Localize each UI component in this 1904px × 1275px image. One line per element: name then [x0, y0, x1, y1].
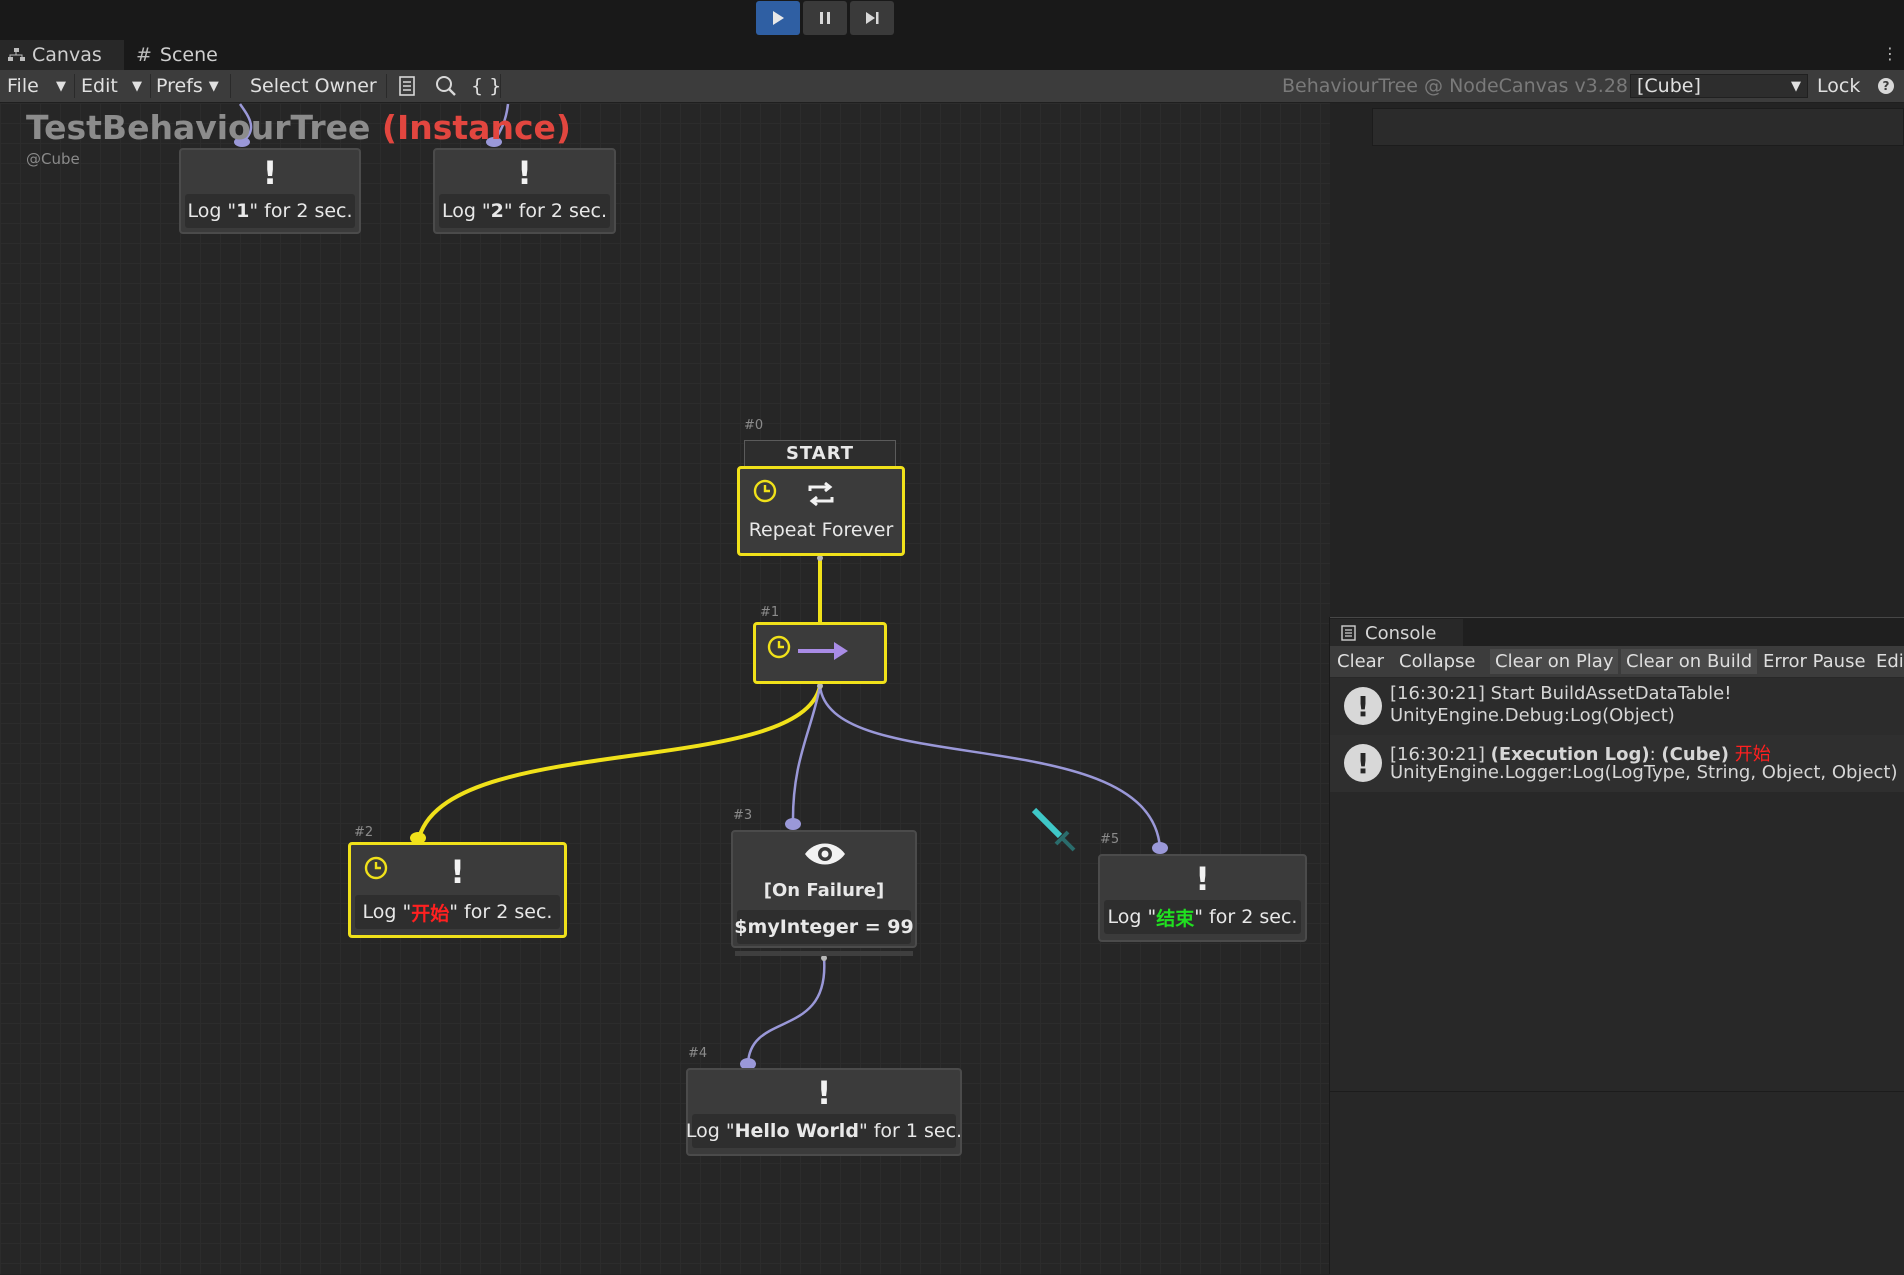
exclamation-icon: ! [816, 1074, 832, 1112]
chevron-down-icon: ▼ [1791, 78, 1801, 94]
node-log-hello-world[interactable]: ! Log " Hello World " for 1 sec. [686, 1068, 962, 1156]
console-entry[interactable]: ! [16:30:21] (Execution Log): (Cube) 开始 … [1330, 735, 1904, 792]
collapse-button[interactable]: Collapse [1394, 649, 1481, 674]
editor-dropdown[interactable]: Edi [1871, 649, 1904, 674]
clear-on-play-toggle[interactable]: Clear on Play [1490, 649, 1619, 674]
console-panel: Console Clear Collapse Clear on Play Cle… [1329, 617, 1904, 1275]
node-log-start-label: Log " 开始 " for 2 sec. [355, 895, 560, 929]
eye-icon [805, 843, 845, 865]
tab-console-label: Console [1365, 622, 1437, 644]
lock-button[interactable]: Lock [1817, 70, 1860, 102]
graph-instance-label: (Instance) [381, 108, 571, 147]
info-icon: ! [1344, 687, 1382, 725]
exclamation-icon: ! [517, 154, 532, 192]
console-entry-stack: UnityEngine.Logger:Log(LogType, String, … [1390, 762, 1898, 783]
node-0-id: #0 [744, 418, 764, 433]
node-condition-title: [On Failure] [763, 880, 885, 901]
node-2-id: #2 [354, 825, 374, 840]
graph-title: TestBehaviourTree (Instance) [26, 108, 571, 147]
port-3 [785, 818, 801, 830]
graph-name: TestBehaviourTree [26, 108, 371, 147]
console-detail-area [1330, 1091, 1904, 1275]
clear-button[interactable]: Clear [1332, 649, 1389, 674]
connection-1-2 [416, 685, 822, 843]
inspector-panel [1372, 108, 1904, 146]
clock-icon [753, 479, 777, 503]
node-log-1[interactable]: ! Log " 1 " for 2 sec. [179, 148, 361, 234]
node-4-id: #4 [688, 1046, 708, 1061]
kebab-menu-icon[interactable]: ⋮ [1882, 44, 1898, 63]
node-log-1-label: Log " 1 " for 2 sec. [185, 194, 355, 228]
tab-console[interactable]: Console [1330, 619, 1463, 647]
node-log-hello-world-label: Log " Hello World " for 1 sec. [686, 1114, 962, 1148]
node-log-end[interactable]: ! Log " 结束 " for 2 sec. [1098, 854, 1307, 942]
console-entry-message: [16:30:21] Start BuildAssetDataTable! [1390, 683, 1732, 704]
info-icon: ! [1344, 744, 1382, 782]
console-entry-stack: UnityEngine.Debug:Log(Object) [1390, 705, 1675, 726]
node-log-end-label: Log " 结束 " for 2 sec. [1104, 900, 1301, 934]
node-log-2[interactable]: ! Log " 2 " for 2 sec. [433, 148, 616, 234]
console-tab-bar: Console [1330, 617, 1904, 647]
connection-3-4 [746, 957, 826, 1065]
arrow-right-icon [798, 642, 848, 660]
node-log-2-label: Log " 2 " for 2 sec. [439, 194, 610, 228]
connection-1-5 [818, 685, 1162, 849]
exclamation-icon: ! [450, 853, 465, 891]
console-icon [1341, 625, 1356, 641]
exclamation-icon: ! [1195, 860, 1210, 898]
start-label: START [744, 440, 896, 467]
node-5-id: #5 [1100, 832, 1120, 847]
node-log-start[interactable]: ! Log " 开始 " for 2 sec. [348, 842, 567, 938]
lock-label: Lock [1817, 75, 1861, 97]
node-repeat-forever-label: Repeat Forever [748, 519, 894, 541]
node-repeat-forever[interactable]: Repeat Forever [737, 466, 905, 556]
node-condition-expression: $myInteger = 99 [734, 910, 914, 944]
clear-on-build-toggle[interactable]: Clear on Build [1621, 649, 1758, 674]
console-entry[interactable]: ! [16:30:21] Start BuildAssetDataTable! … [1330, 678, 1904, 735]
clock-icon [767, 635, 791, 659]
error-pause-toggle[interactable]: Error Pause [1758, 649, 1871, 674]
console-toolbar: Clear Collapse Clear on Play Clear on Bu… [1330, 646, 1904, 677]
help-button[interactable]: ? [1878, 70, 1894, 102]
repeat-icon [808, 481, 834, 507]
exclamation-icon: ! [262, 154, 278, 192]
version-label: BehaviourTree @ NodeCanvas v3.28 [1282, 75, 1628, 97]
owner-select[interactable]: [Cube] ▼ [1630, 74, 1808, 98]
graph-owner-label: @Cube [26, 150, 80, 168]
node-condition-footer [735, 951, 913, 956]
port-5 [1152, 842, 1168, 854]
help-icon: ? [1878, 78, 1894, 94]
node-sequencer[interactable] [753, 622, 887, 684]
node-condition[interactable]: [On Failure] $myInteger = 99 [731, 830, 917, 948]
node-1-id: #1 [760, 605, 780, 620]
node-3-id: #3 [733, 808, 753, 823]
sword-cursor-icon [1031, 807, 1076, 852]
owner-select-value: [Cube] [1637, 75, 1701, 97]
